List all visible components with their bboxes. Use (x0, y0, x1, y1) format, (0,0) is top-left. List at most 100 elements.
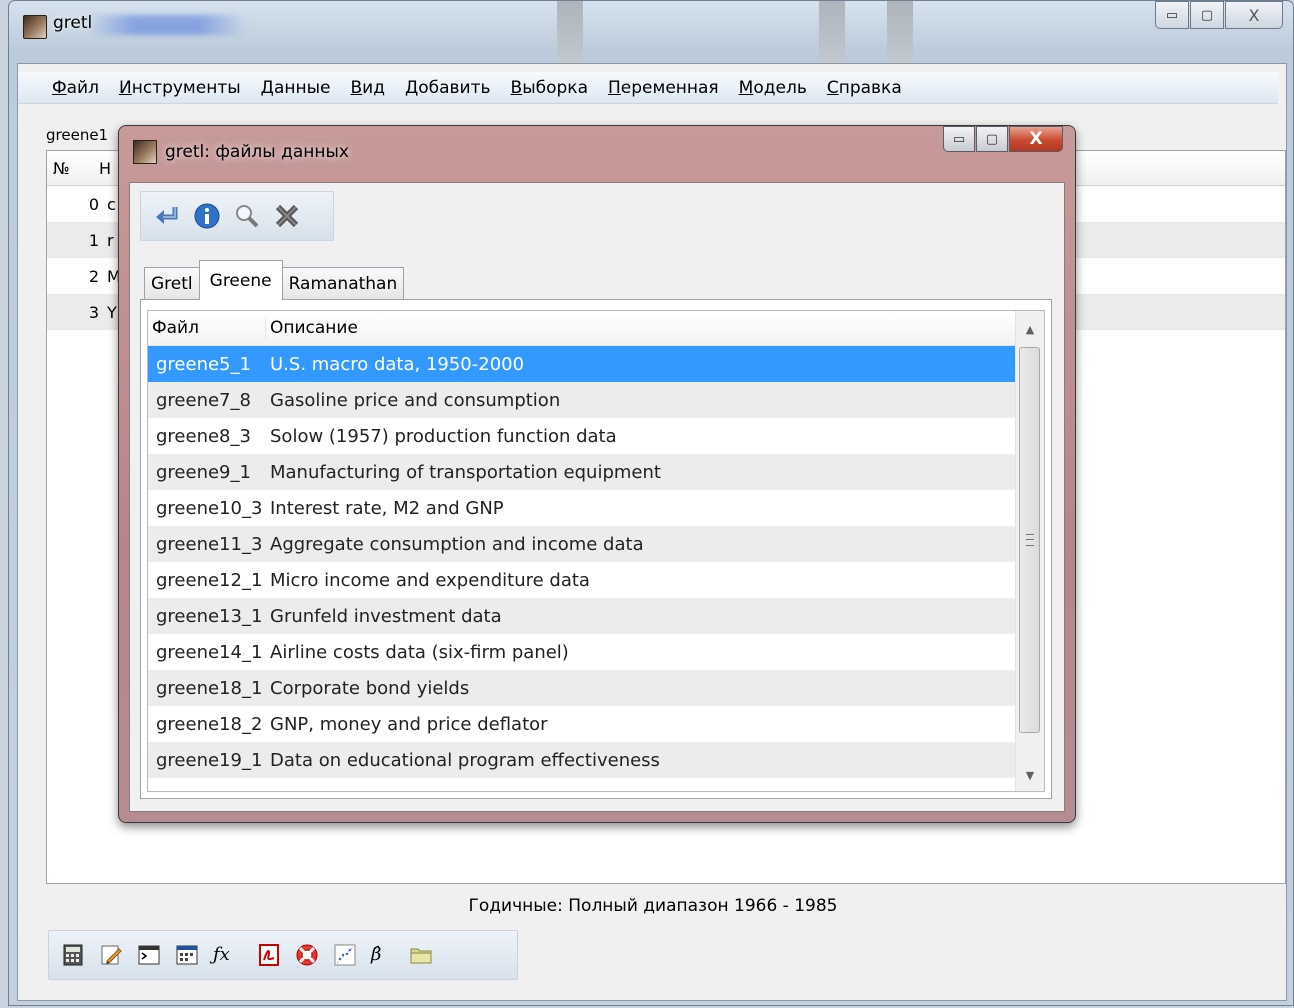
file-name: greene18_2 (156, 713, 263, 735)
column-header-name[interactable]: Н (79, 159, 111, 178)
scroll-up-arrow[interactable]: ▲ (1016, 313, 1044, 345)
close-icon[interactable] (273, 202, 301, 230)
table-row[interactable]: greene18_2 GNP, money and price deflator (148, 706, 1018, 742)
scrollbar-grip-icon (1026, 534, 1034, 546)
open-icon[interactable] (153, 202, 181, 230)
search-icon[interactable] (233, 202, 261, 230)
menu-sample[interactable]: Выборка (511, 78, 588, 98)
variable-name: c (107, 194, 116, 214)
table-row[interactable]: greene19_1 Data on educational program ef… (148, 742, 1018, 778)
dialog-close-button[interactable]: X (1009, 126, 1063, 152)
help-icon[interactable] (295, 943, 319, 967)
title-blur (87, 15, 247, 35)
pdf-icon[interactable] (257, 943, 281, 967)
file-name: greene10_3 (156, 497, 263, 519)
menu-tools[interactable]: Инструменты (119, 78, 241, 98)
dataset-name: greene1 (46, 126, 109, 144)
variable-number: 1 (88, 230, 99, 250)
menu-add[interactable]: Добавить (405, 78, 491, 98)
file-description: Interest rate, M2 and GNP (270, 497, 504, 519)
file-list-rows: greene5_1 U.S. macro data, 1950-2000 gree… (148, 346, 1018, 778)
plot-icon[interactable] (333, 943, 357, 967)
calculator-icon[interactable] (61, 943, 85, 967)
file-description: Solow (1957) production function data (270, 425, 617, 447)
beta-glyph: β̂ (371, 944, 382, 965)
file-name: greene14_1 (156, 641, 263, 663)
file-name: greene9_1 (156, 461, 251, 483)
file-name: greene7_8 (156, 389, 251, 411)
background-blur (819, 1, 845, 63)
minimize-button[interactable]: ▭ (1155, 1, 1189, 29)
menu-data[interactable]: Данные (261, 78, 331, 98)
table-row[interactable]: greene5_1 U.S. macro data, 1950-2000 (148, 346, 1018, 382)
info-icon[interactable] (193, 202, 221, 230)
window-controls: ▭ ▢ X (1154, 1, 1283, 29)
file-description: Manufacturing of transportation equipmen… (270, 461, 661, 483)
variable-name: Y (107, 302, 117, 322)
gretl-app-icon (23, 15, 47, 39)
data-file-list[interactable]: Файл Описание greene5_1 U.S. macro data, … (147, 310, 1045, 792)
file-description: Gasoline price and consumption (270, 389, 561, 411)
file-description: U.S. macro data, 1950-2000 (270, 353, 525, 375)
main-toolbar: ƒx β̂ (48, 930, 518, 980)
column-header-description[interactable]: Описание (266, 318, 358, 338)
beta-icon[interactable]: β̂ (371, 943, 395, 967)
file-name: greene8_3 (156, 425, 251, 447)
menu-help[interactable]: Справка (827, 78, 902, 98)
folder-icon[interactable] (409, 943, 433, 967)
table-row[interactable]: greene10_3 Interest rate, M2 and GNP (148, 490, 1018, 526)
column-header-file[interactable]: Файл (148, 318, 266, 338)
tab-greene[interactable]: Greene (198, 260, 283, 300)
column-header-number[interactable]: № (47, 159, 79, 178)
gretl-app-icon (133, 140, 157, 164)
table-row[interactable]: greene18_1 Corporate bond yields (148, 670, 1018, 706)
table-row[interactable]: greene14_1 Airline costs data (six-firm p… (148, 634, 1018, 670)
menu-bar: Файл Инструменты Данные Вид Добавить Выб… (18, 72, 1278, 104)
variable-number: 3 (88, 302, 99, 322)
table-row[interactable]: greene7_8 Gasoline price and consumption (148, 382, 1018, 418)
scroll-down-arrow[interactable]: ▼ (1016, 759, 1044, 791)
edit-icon[interactable] (99, 943, 123, 967)
menu-file[interactable]: Файл (52, 78, 99, 98)
close-button[interactable]: X (1225, 1, 1283, 29)
table-row[interactable]: greene11_3 Aggregate consumption and inco… (148, 526, 1018, 562)
file-name: greene13_1 (156, 605, 263, 627)
variable-number: 2 (88, 266, 99, 286)
file-description: Airline costs data (six-firm panel) (270, 641, 569, 663)
dialog-body: Gretl Greene Ramanathan Файл Описание gr… (129, 182, 1065, 812)
file-name: greene11_3 (156, 533, 263, 555)
session-icon[interactable] (175, 943, 199, 967)
variable-number: 0 (88, 194, 99, 214)
dialog-maximize-button[interactable]: ▢ (976, 126, 1008, 152)
tab-panel: Файл Описание greene5_1 U.S. macro data, … (140, 299, 1052, 799)
file-description: Aggregate consumption and income data (270, 533, 644, 555)
file-list-header: Файл Описание (148, 311, 1044, 346)
menu-view[interactable]: Вид (350, 78, 384, 98)
maximize-button[interactable]: ▢ (1190, 1, 1224, 29)
background-blur (887, 1, 913, 63)
function-icon[interactable]: ƒx (213, 943, 243, 967)
function-glyph: ƒx (213, 944, 230, 965)
dialog-tabs: Gretl Greene Ramanathan (144, 259, 405, 300)
background-blur (557, 1, 583, 63)
table-row[interactable]: greene12_1 Micro income and expenditure d… (148, 562, 1018, 598)
tab-ramanathan[interactable]: Ramanathan (281, 267, 405, 299)
scrollbar-thumb[interactable] (1019, 347, 1040, 733)
tab-gretl[interactable]: Gretl (144, 267, 200, 299)
file-name: greene19_1 (156, 749, 263, 771)
status-bar-text: Годичные: Полный диапазон 1966 - 1985 (468, 896, 838, 916)
dialog-title: gretl: файлы данных (165, 142, 349, 162)
table-row[interactable]: greene9_1 Manufacturing of transportation… (148, 454, 1018, 490)
file-description: Data on educational program effectivenes… (270, 749, 660, 771)
vertical-scrollbar[interactable]: ▲ ▼ (1015, 311, 1044, 791)
file-description: Grunfeld investment data (270, 605, 502, 627)
table-row[interactable]: greene8_3 Solow (1957) production functio… (148, 418, 1018, 454)
menu-variable[interactable]: Переменная (608, 78, 719, 98)
menu-model[interactable]: Модель (739, 78, 807, 98)
console-icon[interactable] (137, 943, 161, 967)
table-row[interactable]: greene13_1 Grunfeld investment data (148, 598, 1018, 634)
file-name: greene12_1 (156, 569, 263, 591)
dialog-minimize-button[interactable]: ▭ (943, 126, 975, 152)
data-files-dialog: gretl: файлы данных ▭ ▢ X Gretl Greene R… (118, 125, 1076, 823)
dialog-window-controls: ▭ ▢ X (942, 126, 1063, 152)
